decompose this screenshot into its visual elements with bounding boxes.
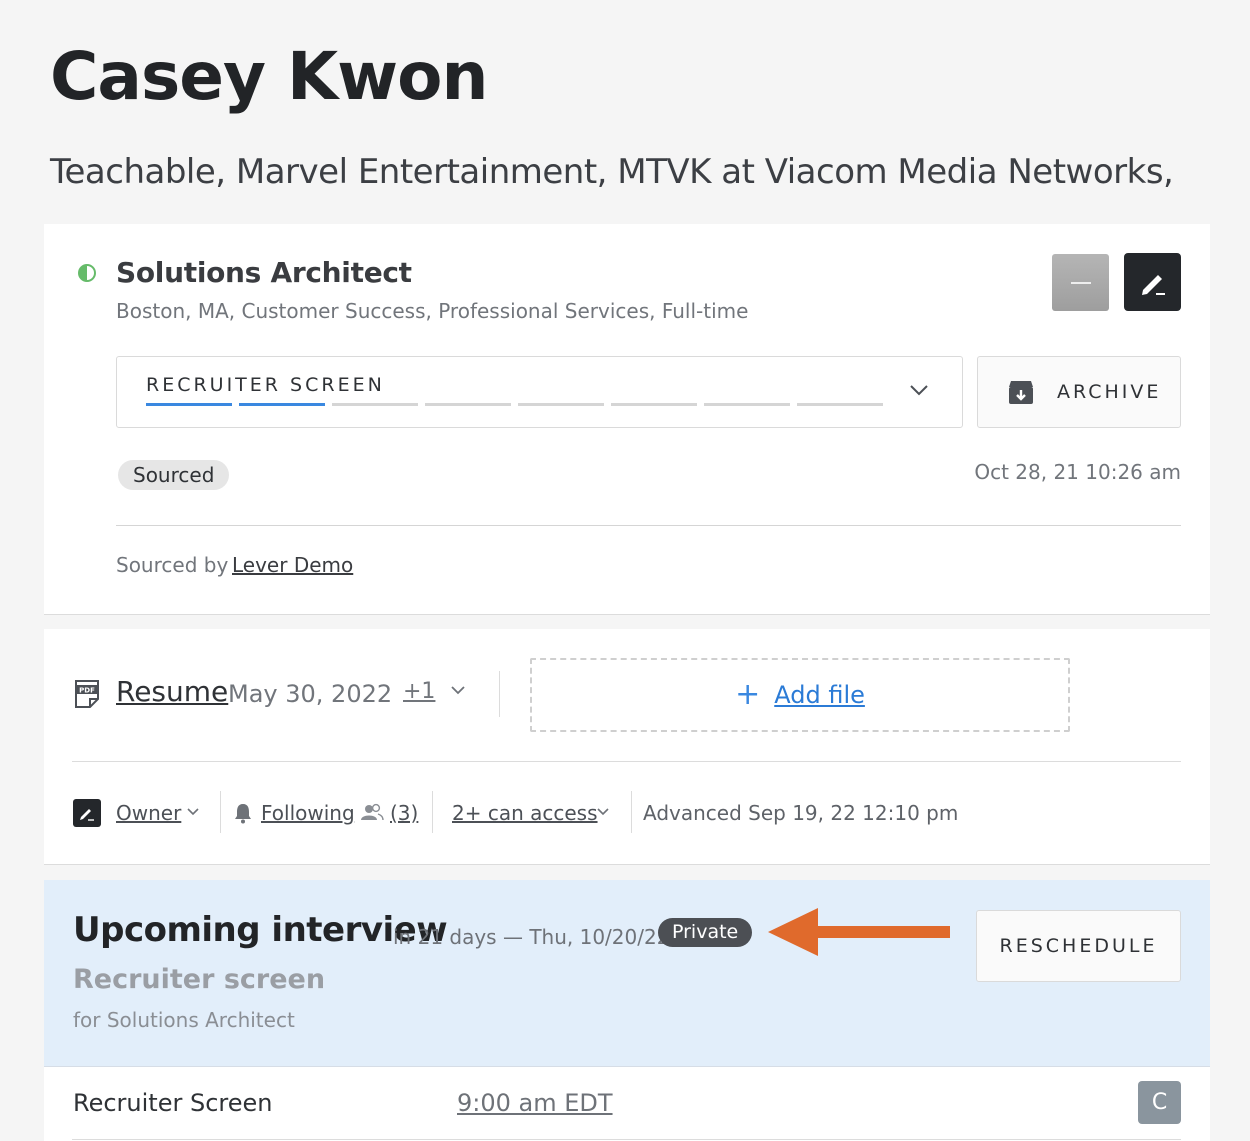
interviewer-avatar[interactable]: C bbox=[1138, 1081, 1181, 1124]
minus-icon bbox=[1070, 281, 1091, 284]
stage-step bbox=[425, 403, 511, 406]
divider bbox=[499, 671, 500, 717]
bell-icon bbox=[235, 804, 251, 824]
interview-when: in 21 days — Thu, 10/20/22 bbox=[393, 925, 670, 949]
stage-step bbox=[611, 403, 697, 406]
pencil-icon bbox=[1141, 275, 1165, 295]
divider bbox=[72, 1139, 1181, 1140]
chevron-down-icon bbox=[910, 385, 928, 396]
stage-step bbox=[797, 403, 883, 406]
followers-icon bbox=[361, 803, 384, 821]
upcoming-interview-panel: Upcoming interview in 21 days — Thu, 10/… bbox=[44, 880, 1210, 1067]
divider bbox=[72, 761, 1181, 762]
plus-icon: + bbox=[735, 677, 761, 712]
posting-meta: Boston, MA, Customer Success, Profession… bbox=[116, 299, 749, 323]
owner-avatar bbox=[73, 799, 101, 827]
posting-title[interactable]: Solutions Architect bbox=[116, 256, 412, 289]
divider bbox=[432, 791, 433, 833]
sourced-by-label: Sourced by bbox=[116, 553, 229, 577]
stage-step bbox=[332, 403, 418, 406]
divider bbox=[220, 791, 221, 833]
candidate-name: Casey Kwon bbox=[50, 38, 488, 115]
opportunity-card: Solutions Architect Boston, MA, Customer… bbox=[44, 224, 1210, 615]
files-card: PDF Resume May 30, 2022 +1 + Add file Ow… bbox=[44, 629, 1210, 865]
following-toggle[interactable]: Following bbox=[261, 801, 355, 825]
pdf-icon: PDF bbox=[75, 680, 99, 708]
resume-date: May 30, 2022 bbox=[228, 680, 393, 708]
origin-badge: Sourced bbox=[118, 460, 230, 490]
followers-count[interactable]: (3) bbox=[390, 801, 418, 825]
archive-icon bbox=[1009, 381, 1033, 404]
pencil-icon bbox=[80, 809, 94, 821]
edit-button[interactable] bbox=[1124, 253, 1181, 311]
add-file-label: Add file bbox=[774, 681, 865, 709]
created-date: Oct 28, 21 10:26 am bbox=[974, 460, 1181, 484]
interview-slot-row: Recruiter Screen 9:00 am EDT C bbox=[44, 1067, 1210, 1141]
stage-dropdown[interactable]: RECRUITER SCREEN bbox=[116, 356, 963, 428]
more-files-link[interactable]: +1 bbox=[403, 679, 435, 704]
stage-step bbox=[518, 403, 604, 406]
interview-posting: for Solutions Architect bbox=[73, 1008, 295, 1032]
stage-step bbox=[239, 403, 325, 406]
divider bbox=[116, 525, 1181, 526]
stage-progress bbox=[146, 403, 883, 406]
archive-label: ARCHIVE bbox=[1057, 381, 1162, 403]
advanced-date: Advanced Sep 19, 22 12:10 pm bbox=[643, 801, 959, 825]
interview-heading: Upcoming interview bbox=[73, 910, 448, 950]
stage-step bbox=[146, 403, 232, 406]
posting-status-icon bbox=[78, 264, 96, 282]
add-file-button[interactable]: + Add file bbox=[530, 658, 1070, 732]
chevron-down-icon[interactable] bbox=[450, 685, 466, 695]
access-dropdown[interactable]: 2+ can access bbox=[452, 801, 598, 825]
slot-name: Recruiter Screen bbox=[73, 1089, 273, 1117]
chevron-down-icon[interactable] bbox=[596, 807, 610, 816]
owner-dropdown[interactable]: Owner bbox=[116, 801, 181, 825]
private-badge: Private bbox=[658, 918, 753, 947]
slot-time-link[interactable]: 9:00 am EDT bbox=[457, 1089, 613, 1117]
annotation-arrow-icon bbox=[768, 908, 950, 956]
divider bbox=[631, 791, 632, 833]
svg-text:PDF: PDF bbox=[79, 687, 95, 695]
stage-step bbox=[704, 403, 790, 406]
collapse-button[interactable] bbox=[1052, 254, 1109, 311]
sourced-by-link[interactable]: Lever Demo bbox=[232, 553, 353, 577]
interview-type: Recruiter screen bbox=[73, 964, 326, 995]
archive-button[interactable]: ARCHIVE bbox=[977, 356, 1181, 428]
reschedule-button[interactable]: RESCHEDULE bbox=[976, 910, 1181, 982]
candidate-companies: Teachable, Marvel Entertainment, MTVK at… bbox=[50, 152, 1174, 192]
chevron-down-icon[interactable] bbox=[186, 807, 200, 816]
resume-link[interactable]: Resume bbox=[116, 675, 228, 708]
stage-label: RECRUITER SCREEN bbox=[146, 374, 385, 396]
